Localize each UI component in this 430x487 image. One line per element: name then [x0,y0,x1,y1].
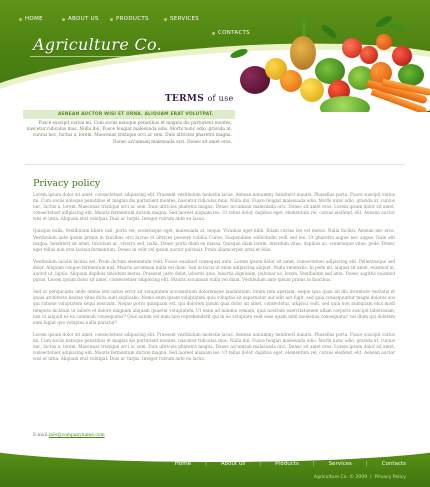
section-divider [25,164,405,165]
nav-about-us[interactable]: ABOUT US [62,16,99,22]
footer-navigation: Home | About us | Products | Services | … [175,461,406,467]
footer-link-home[interactable]: Home [175,461,191,467]
bullet-icon [62,17,65,21]
bullet-icon [164,17,167,21]
bullet-icon [110,17,113,21]
footer-link-about-us[interactable]: About us [221,461,245,467]
paragraph: Lorem ipsum dolor sit amet, consectetuer… [33,331,395,362]
header: HOME ABOUT US PRODUCTS SERVICES CONTACTS… [0,0,430,112]
terms-title-main: TERMS [165,94,204,104]
nav-products-label: PRODUCTS [116,16,149,22]
bullet-icon [19,17,22,21]
footer-link-contacts[interactable]: Contacts [382,461,406,467]
footer-link-services[interactable]: Services [329,461,352,467]
footer-curve [0,448,430,462]
nav-about-us-label: ABOUT US [68,16,99,22]
paragraph: Sed ut perspiciatis unde omnis iste natu… [33,289,395,325]
privacy-policy-link[interactable]: Privacy Policy [375,475,406,480]
copyright-separator: | [370,475,372,480]
page: HOME ABOUT US PRODUCTS SERVICES CONTACTS… [0,0,430,487]
copyright-text: Agriculture Co. © 2009 [313,475,368,480]
email-line: E-mail:info@companyname.com [33,433,105,438]
nav-products[interactable]: PRODUCTS [110,16,149,22]
footer-link-products[interactable]: Products [275,461,299,467]
footer-separator: | [365,461,368,467]
site-logo[interactable]: Agriculture Co. [33,35,162,54]
footer-separator: | [259,461,262,467]
email-link[interactable]: info@companyname.com [49,433,105,438]
page-title: Privacy policy [33,178,101,189]
footer-separator: | [204,461,207,467]
nav-home-label: HOME [25,16,43,22]
terms-title: TERMS of use [165,94,234,104]
footer: Home | About us | Products | Services | … [0,448,430,487]
nav-home[interactable]: HOME [19,16,43,22]
footer-separator: | [312,461,315,467]
terms-body-text: Fusce suscipit varius mi. Cum sociis nat… [26,121,232,145]
privacy-content: Lorem ipsum dolor sit amet, consectetuer… [33,192,395,368]
paragraph: Lorem ipsum dolor sit amet, consectetuer… [33,192,395,222]
tomato-icon [342,38,362,58]
terms-subheading: AENEAN AUCTOR WISI ET URNA. ALIQUAM ERAT… [58,112,214,117]
paragraph: Vestibulum iaculis lacinia est. Proin di… [33,258,395,283]
paragraph: Quisque nulla. Vestibulum libero nisl, p… [33,228,395,252]
copyright: Agriculture Co. © 2009 | Privacy Policy [314,475,406,480]
email-label: E-mail: [33,433,49,438]
terms-title-small: of use [207,94,234,103]
logo-underline [30,56,140,57]
